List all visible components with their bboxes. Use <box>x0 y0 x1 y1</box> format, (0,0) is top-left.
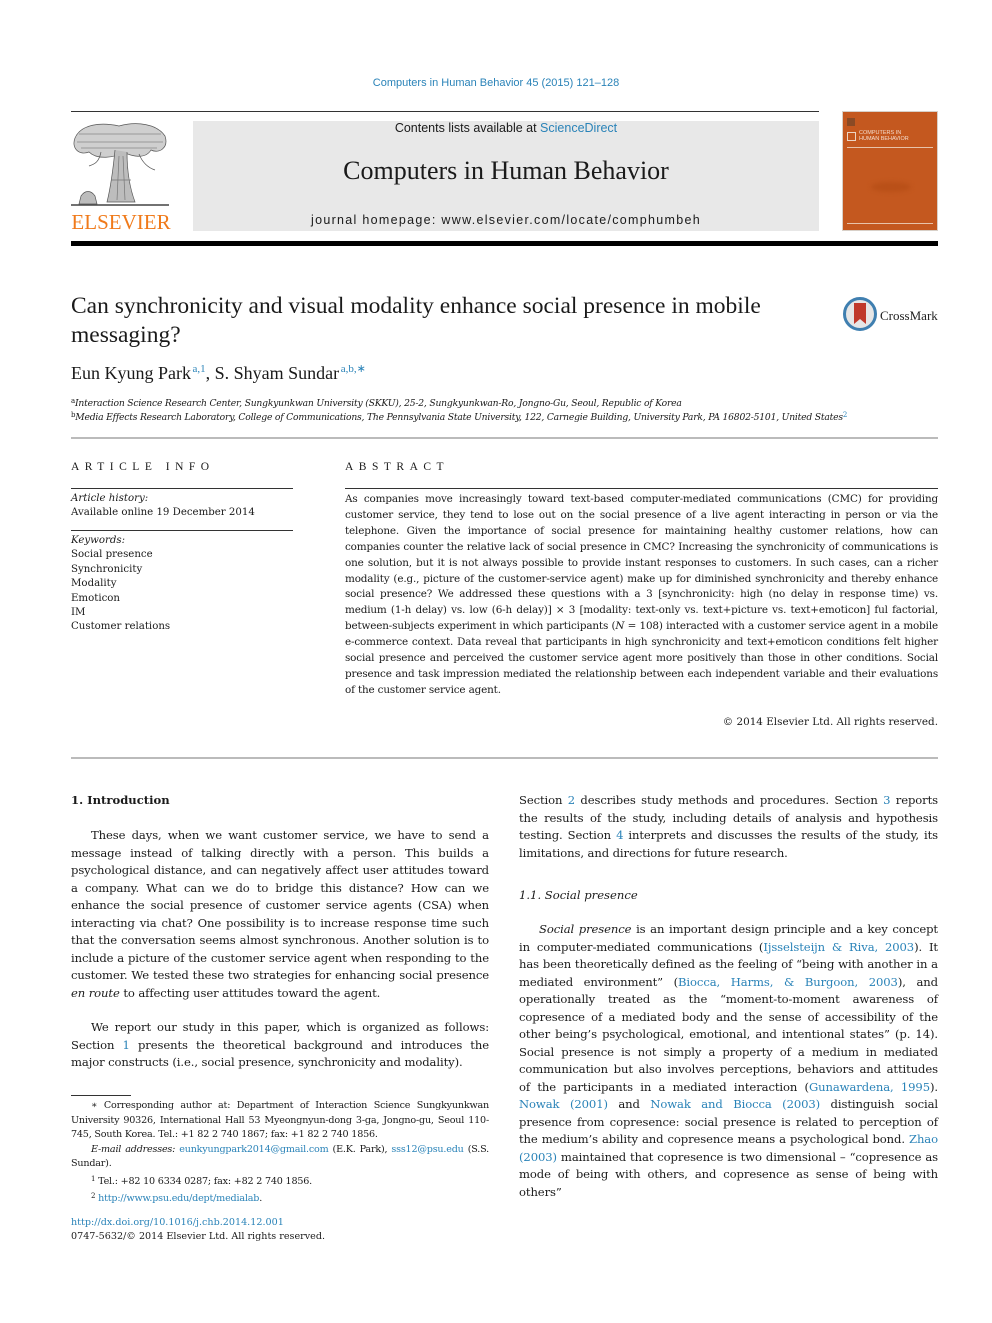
keywords: Keywords: Social presence Synchronicity … <box>71 534 170 635</box>
affiliation-text: Media Effects Research Laboratory, Colle… <box>75 412 843 423</box>
body-paragraph: Social presence is an important design p… <box>519 921 938 1201</box>
text-run-italic: en route <box>71 985 120 1000</box>
citation-link[interactable]: Ijsselsteijn & Riva, 2003 <box>763 940 914 954</box>
abstract-copyright: © 2014 Elsevier Ltd. All rights reserved… <box>722 716 938 728</box>
footnote-text: . <box>259 1193 263 1204</box>
doi-link[interactable]: http://dx.doi.org/10.1016/j.chb.2014.12.… <box>71 1217 284 1228</box>
keyword: Synchronicity <box>71 563 143 575</box>
email-label: E-mail addresses: <box>91 1143 176 1155</box>
contents-prefix: Contents lists available at <box>394 121 541 135</box>
crossmark-label: CrossMark <box>880 308 938 323</box>
author-list: Eun Kyung Park a,1, S. Shyam Sundar a,b,… <box>71 362 366 384</box>
abstract-text: As companies move increasingly toward te… <box>345 492 938 699</box>
abstract-heading: ABSTRACT <box>345 461 450 473</box>
journal-name: Computers in Human Behavior <box>343 156 669 185</box>
section-heading-introduction: 1. Introduction <box>71 793 170 807</box>
intro-paragraph: We report our study in this paper, which… <box>71 1019 489 1072</box>
body-paragraph: Section 2 describes study methods and pr… <box>519 792 938 862</box>
article-title: Can synchronicity and visual modality en… <box>71 293 761 348</box>
text-run: maintained that copresence is two dimens… <box>519 1149 938 1199</box>
section-divider <box>71 757 938 759</box>
issn-copyright: 0747-5632/© 2014 Elsevier Ltd. All right… <box>71 1231 326 1242</box>
author-name[interactable]: S. Shyam Sundar <box>215 363 340 383</box>
author-name[interactable]: Eun Kyung Park <box>71 363 191 383</box>
affiliation-b: bMedia Effects Research Laboratory, Coll… <box>71 411 847 423</box>
text-run-italic: Social presence <box>539 922 632 936</box>
footnote-ref[interactable]: 2 <box>843 411 847 419</box>
author-marks[interactable]: a,1 <box>193 363 206 375</box>
header-rule <box>71 111 819 112</box>
keyword: Modality <box>71 578 117 590</box>
article-info-rule <box>71 530 293 531</box>
footnote-corresponding: ∗ Corresponding author at: Department of… <box>71 1099 489 1143</box>
article-info-rule <box>71 488 293 489</box>
footnote-mark: 2 <box>91 1192 96 1200</box>
text-run: describes study methods and procedures. … <box>575 793 884 807</box>
sciencedirect-link[interactable]: ScienceDirect <box>540 121 617 135</box>
cover-publisher-icon <box>847 118 855 126</box>
cover-title: COMPUTERS IN HUMAN BEHAVIOR <box>859 130 909 142</box>
footnote-1: 1 Tel.: +82 10 6334 0287; fax: +82 2 740… <box>71 1172 489 1190</box>
keyword: IM <box>71 607 86 619</box>
cover-title-line2: HUMAN BEHAVIOR <box>859 136 909 142</box>
elsevier-logo[interactable]: ELSEVIER <box>71 120 171 234</box>
section-link[interactable]: 2 <box>568 793 575 807</box>
text-run: and <box>607 1097 651 1111</box>
abstract-n-symbol: N <box>615 620 625 633</box>
keyword: Social presence <box>71 549 153 561</box>
footnotes: ∗ Corresponding author at: Department of… <box>71 1099 489 1207</box>
keyword: Emoticon <box>71 592 120 604</box>
footnote-rule <box>71 1095 131 1096</box>
text-run: ), and operationally treated as the “mom… <box>519 974 938 1094</box>
journal-homepage[interactable]: journal homepage: www.elsevier.com/locat… <box>193 213 819 227</box>
affiliation-a: aInteraction Science Research Center, Su… <box>71 397 682 409</box>
keyword: Customer relations <box>71 621 171 633</box>
footnote-emails: E-mail addresses: eunkyungpark2014@gmail… <box>71 1143 489 1172</box>
crossmark-icon <box>843 297 877 331</box>
text-run: ). <box>929 1079 938 1094</box>
history-value: Available online 19 December 2014 <box>71 507 255 519</box>
masthead-thick-rule <box>71 241 938 246</box>
subsection-heading-social-presence: 1.1. Social presence <box>519 888 638 902</box>
section-link[interactable]: 1 <box>123 1038 130 1052</box>
footnote-text: Corresponding author at: Department of I… <box>71 1100 489 1140</box>
footnote-2: 2 http://www.psu.edu/dept/medialab. <box>71 1189 489 1207</box>
abstract-text-part: As companies move increasingly toward te… <box>345 493 938 633</box>
article-history: Article history: Available online 19 Dec… <box>71 492 255 521</box>
email-link[interactable]: eunkyungpark2014@gmail.com <box>179 1144 328 1155</box>
author-separator: , <box>205 363 215 383</box>
email-link[interactable]: sss12@psu.edu <box>391 1144 463 1155</box>
article-info-heading: ARTICLE INFO <box>71 461 215 473</box>
medialab-link[interactable]: http://www.psu.edu/dept/medialab <box>98 1193 259 1204</box>
intro-paragraph: These days, when we want customer servic… <box>71 827 489 1002</box>
email-owner: (E.K. Park), <box>328 1143 392 1155</box>
crossmark-button[interactable]: CrossMark <box>843 297 943 333</box>
cover-journal-icon <box>847 132 856 141</box>
affiliation-text: Interaction Science Research Center, Sun… <box>74 398 682 409</box>
author-marks[interactable]: a,b,∗ <box>341 363 366 375</box>
text-run: Section <box>519 793 568 807</box>
citation-link[interactable]: Biocca, Harms, & Burgoon, 2003 <box>678 975 898 989</box>
citation-link[interactable]: Gunawardena, 1995 <box>809 1080 930 1094</box>
text-run: to affecting user attitudes toward the a… <box>119 985 381 1000</box>
journal-cover-thumbnail[interactable]: COMPUTERS IN HUMAN BEHAVIOR <box>842 111 938 231</box>
citation-link[interactable]: Nowak (2001) <box>519 1097 608 1111</box>
cover-divider <box>847 147 933 148</box>
section-divider <box>71 437 938 439</box>
text-run: presents the theoretical background and … <box>71 1037 489 1070</box>
footnote-text: Tel.: +82 10 6334 0287; fax: +82 2 740 1… <box>95 1175 312 1187</box>
abstract-rule <box>345 488 938 489</box>
history-label: Article history: <box>71 493 149 504</box>
elsevier-tree-icon <box>71 123 169 206</box>
cover-divider <box>847 223 933 224</box>
journal-masthead: Contents lists available at ScienceDirec… <box>193 121 819 231</box>
text-run: These days, when we want customer servic… <box>71 828 489 982</box>
journal-citation-link[interactable]: Computers in Human Behavior 45 (2015) 12… <box>0 77 992 89</box>
cover-graphic <box>871 182 911 192</box>
elsevier-wordmark: ELSEVIER <box>71 210 171 234</box>
citation-link[interactable]: Nowak and Biocca (2003) <box>650 1097 820 1111</box>
keywords-label: Keywords: <box>71 535 126 546</box>
contents-availability: Contents lists available at ScienceDirec… <box>193 121 819 135</box>
